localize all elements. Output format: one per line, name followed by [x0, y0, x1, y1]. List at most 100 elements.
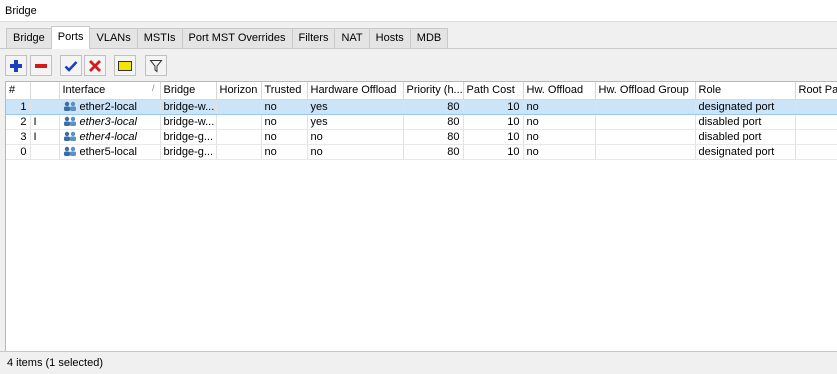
tab-nat[interactable]: NAT	[334, 28, 370, 49]
tab-filters[interactable]: Filters	[291, 28, 336, 49]
column-header-interface[interactable]: Interface /	[59, 82, 161, 100]
bridge-cell: bridge-g...	[160, 129, 217, 145]
row-number: 2	[6, 114, 31, 130]
column-header-priority[interactable]: Priority (h...	[403, 82, 464, 100]
table-row[interactable]: 3 Iether4-local bridge-g... no no 80 10 no disab…	[6, 129, 837, 145]
priority-cell: 80	[403, 98, 464, 115]
interface-name: ether2-local	[79, 100, 137, 113]
tab-mstis[interactable]: MSTIs	[136, 28, 183, 49]
row-flag	[30, 98, 60, 115]
interface-name: ether3-local	[79, 115, 137, 128]
hardware-offload-cell: no	[307, 129, 404, 145]
tab-bridge[interactable]: Bridge	[6, 28, 52, 49]
hw-offload-group-cell	[595, 114, 696, 130]
remove-button[interactable]	[30, 55, 52, 76]
trusted-cell: no	[261, 114, 308, 130]
column-header-role[interactable]: Role	[695, 82, 796, 100]
tab-port-mst-overrides[interactable]: Port MST Overrides	[181, 28, 293, 49]
role-cell: designated port	[695, 144, 796, 160]
role-cell: disabled port	[695, 114, 796, 130]
hardware-offload-cell: yes	[307, 114, 404, 130]
network-port-icon	[63, 131, 76, 141]
hw-offload-group-cell	[595, 98, 696, 115]
row-number: 0	[6, 144, 31, 160]
role-cell: designated port	[695, 98, 796, 115]
network-port-icon	[63, 146, 76, 156]
ports-table[interactable]: # Interface / Bridge Horizon Trusted Hard…	[5, 81, 837, 354]
ports-panel: # Interface / Bridge Horizon Trusted Hard…	[0, 48, 837, 374]
root-path-cell	[795, 114, 837, 130]
table-header-row: # Interface / Bridge Horizon Trusted Hard…	[6, 82, 837, 100]
horizon-cell	[216, 129, 262, 145]
sort-indicator: /	[151, 83, 155, 93]
column-header-root-path[interactable]: Root Pat	[795, 82, 837, 100]
bridge-cell: bridge-w...	[160, 114, 217, 130]
horizon-cell	[216, 144, 262, 160]
tab-vlans[interactable]: VLANs	[89, 28, 138, 49]
column-header-number[interactable]: #	[6, 82, 31, 100]
table-row[interactable]: 0 ether5-local bridge-g... no no 80 10 no design…	[6, 144, 837, 160]
trusted-cell: no	[261, 98, 308, 115]
tab-ports[interactable]: Ports	[50, 26, 91, 49]
column-header-hardware-offload[interactable]: Hardware Offload	[307, 82, 404, 100]
bridge-cell: bridge-g...	[160, 144, 217, 160]
column-header-horizon[interactable]: Horizon	[216, 82, 262, 100]
column-header-flags[interactable]	[30, 82, 60, 100]
interface-cell: ether2-local	[59, 98, 161, 115]
window-title: Bridge	[5, 5, 37, 17]
network-port-icon	[63, 101, 76, 111]
path-cost-cell: 10	[463, 144, 524, 160]
hw-offload-group-cell	[595, 144, 696, 160]
window-titlebar: Bridge	[0, 0, 837, 22]
trusted-cell: no	[261, 144, 308, 160]
row-flag	[30, 144, 60, 160]
root-path-cell	[795, 144, 837, 160]
add-button[interactable]	[5, 55, 27, 76]
filter-icon	[149, 59, 163, 72]
status-bar: 4 items (1 selected)	[0, 351, 837, 374]
path-cost-cell: 10	[463, 129, 524, 145]
horizon-cell	[216, 114, 262, 130]
trusted-cell: no	[261, 129, 308, 145]
row-number: 3	[6, 129, 31, 145]
column-header-trusted[interactable]: Trusted	[261, 82, 308, 100]
path-cost-cell: 10	[463, 98, 524, 115]
interface-name: ether4-local	[79, 130, 137, 143]
plus-icon	[10, 59, 22, 72]
hw-offload-cell: no	[523, 98, 596, 115]
disable-button[interactable]	[84, 55, 106, 76]
hw-offload-group-cell	[595, 129, 696, 145]
priority-cell: 80	[403, 114, 464, 130]
check-icon	[64, 60, 78, 72]
table-row[interactable]: 2 Iether3-local bridge-w... no yes 80 10 no disa…	[6, 114, 837, 130]
row-number: 1	[6, 98, 31, 115]
hw-offload-cell: no	[523, 129, 596, 145]
column-header-hw-offload-group[interactable]: Hw. Offload Group	[595, 82, 696, 100]
enable-button[interactable]	[60, 55, 82, 76]
tab-hosts[interactable]: Hosts	[368, 28, 411, 49]
priority-cell: 80	[403, 129, 464, 145]
hardware-offload-cell: yes	[307, 98, 404, 115]
root-path-cell	[795, 98, 837, 115]
status-text: 4 items (1 selected)	[7, 357, 103, 369]
column-header-hw-offload[interactable]: Hw. Offload	[523, 82, 596, 100]
column-header-path-cost[interactable]: Path Cost	[463, 82, 524, 100]
comment-icon	[118, 60, 132, 71]
tab-bar: Bridge Ports VLANs MSTIs Port MST Overri…	[6, 26, 449, 49]
filter-button[interactable]	[145, 55, 167, 76]
x-icon	[89, 59, 101, 72]
interface-cell: ether3-local	[59, 114, 161, 130]
hardware-offload-cell: no	[307, 144, 404, 160]
row-flag: I	[30, 129, 60, 145]
priority-cell: 80	[403, 144, 464, 160]
path-cost-cell: 10	[463, 114, 524, 130]
column-header-interface-label: Interface	[62, 84, 106, 97]
horizon-cell	[216, 98, 262, 115]
hw-offload-cell: no	[523, 144, 596, 160]
table-row[interactable]: 1 ether2-local bridge-w... no yes 80 10 no desig…	[6, 98, 837, 115]
tab-mdb[interactable]: MDB	[409, 28, 449, 49]
minus-icon	[35, 63, 47, 68]
column-header-bridge[interactable]: Bridge	[160, 82, 217, 100]
comment-button[interactable]	[114, 55, 136, 76]
bridge-cell: bridge-w...	[160, 98, 217, 115]
